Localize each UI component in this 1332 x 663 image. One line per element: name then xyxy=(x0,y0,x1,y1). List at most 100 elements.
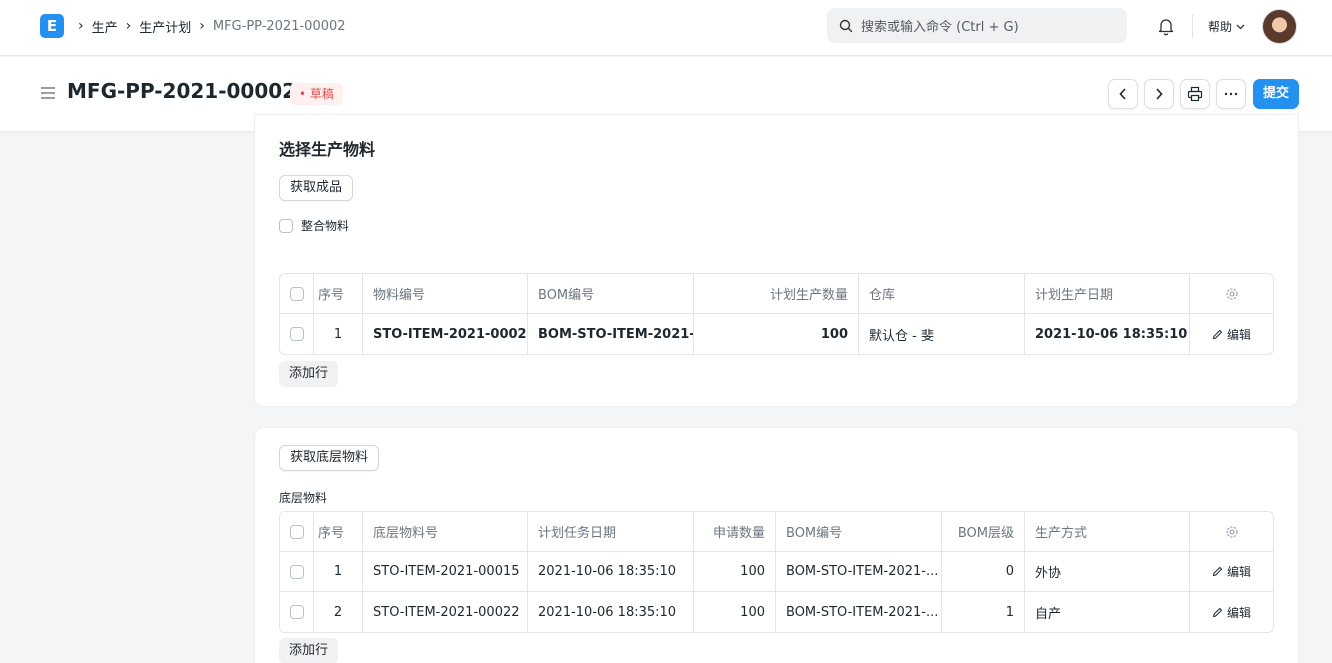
prev-button[interactable] xyxy=(1108,79,1138,109)
breadcrumb-current[interactable]: MFG-PP-2021-00002 xyxy=(213,19,346,34)
col-no: 序号 xyxy=(314,274,363,313)
gear-icon[interactable] xyxy=(1225,287,1239,301)
column-settings[interactable] xyxy=(1190,274,1273,313)
edit-label: 编辑 xyxy=(1226,565,1251,579)
column-settings[interactable] xyxy=(1190,512,1273,551)
row-checkbox[interactable] xyxy=(289,564,304,579)
col-planned-date: 计划生产日期 xyxy=(1025,274,1190,313)
page-title: MFG-PP-2021-00002 xyxy=(67,79,297,103)
row-checkbox[interactable] xyxy=(289,327,304,341)
status-badge: • 草稿 xyxy=(290,83,343,105)
pencil-icon xyxy=(1212,329,1223,339)
date-cell[interactable]: 2021-10-06 18:35:10 xyxy=(528,552,694,591)
chevron-right-icon xyxy=(1156,88,1163,100)
get-finished-goods-button[interactable]: 获取成品 xyxy=(279,175,354,201)
help-label: 帮助 xyxy=(1208,20,1233,34)
bom-level-cell[interactable]: 0 xyxy=(942,552,1025,591)
app-logo[interactable]: E xyxy=(40,14,64,38)
col-manufacturing-type: 生产方式 xyxy=(1025,512,1190,551)
search-input[interactable]: 搜索或输入命令 (Ctrl + G) xyxy=(827,8,1127,43)
chevron-down-icon xyxy=(1236,24,1245,29)
print-button[interactable] xyxy=(1180,79,1210,109)
select-all-cell[interactable] xyxy=(280,274,314,313)
select-items-section: 选择生产物料 获取成品 整合物料 序号 物料编号 BOM编号 计划生产数量 仓库… xyxy=(254,114,1299,407)
section-title: 选择生产物料 xyxy=(279,140,376,159)
select-all-cell[interactable] xyxy=(280,512,314,551)
select-all-checkbox[interactable] xyxy=(289,286,304,301)
sidebar-toggle-icon[interactable] xyxy=(40,86,56,100)
printer-icon xyxy=(1187,86,1203,102)
row-no: 2 xyxy=(314,592,363,632)
edit-row-button[interactable]: 编辑 xyxy=(1190,314,1273,354)
sub-assembly-table: 序号 底层物料号 计划任务日期 申请数量 BOM编号 BOM层级 生产方式 1 … xyxy=(279,511,1274,633)
row-select-cell[interactable] xyxy=(280,552,314,591)
date-cell[interactable]: 2021-10-06 18:35:10 xyxy=(1025,314,1190,354)
type-cell[interactable]: 外协 xyxy=(1025,552,1190,591)
navbar: E › 生产 › 生产计划 › MFG-PP-2021-00002 搜索或输入命… xyxy=(0,0,1332,56)
pencil-icon xyxy=(1212,607,1223,617)
gear-icon[interactable] xyxy=(1225,525,1239,539)
row-select-cell[interactable] xyxy=(280,592,314,632)
bom-cell[interactable]: BOM-STO-ITEM-2021-... xyxy=(776,592,942,632)
qty-cell[interactable]: 100 xyxy=(694,552,776,591)
edit-label: 编辑 xyxy=(1226,327,1251,342)
sub-assembly-label: 底层物料 xyxy=(279,491,328,505)
get-sub-assembly-button[interactable]: 获取底层物料 xyxy=(279,445,380,471)
checkbox[interactable] xyxy=(279,218,293,233)
breadcrumb: › 生产 › 生产计划 › MFG-PP-2021-00002 xyxy=(76,16,346,36)
table-header: 序号 物料编号 BOM编号 计划生产数量 仓库 计划生产日期 xyxy=(280,274,1273,314)
select-all-checkbox[interactable] xyxy=(289,524,304,539)
col-schedule-date: 计划任务日期 xyxy=(528,512,694,551)
table-row[interactable]: 2 STO-ITEM-2021-00022 2021-10-06 18:35:1… xyxy=(280,592,1273,632)
row-checkbox[interactable] xyxy=(289,605,304,619)
add-row-button[interactable]: 添加行 xyxy=(279,361,339,387)
submit-button[interactable]: 提交 xyxy=(1253,79,1299,109)
col-warehouse: 仓库 xyxy=(859,274,1025,313)
items-table: 序号 物料编号 BOM编号 计划生产数量 仓库 计划生产日期 1 STO-ITE… xyxy=(279,273,1274,355)
edit-row-button[interactable]: 编辑 xyxy=(1190,552,1273,591)
breadcrumb-manufacturing[interactable]: 生产 xyxy=(92,17,118,36)
help-dropdown[interactable]: 帮助 xyxy=(1208,18,1245,35)
table-row[interactable]: 1 STO-ITEM-2021-00020 BOM-STO-ITEM-2021-… xyxy=(280,314,1273,354)
col-bom: BOM编号 xyxy=(528,274,694,313)
edit-label: 编辑 xyxy=(1226,605,1251,620)
chevron-left-icon xyxy=(1119,88,1126,100)
type-cell[interactable]: 自产 xyxy=(1025,592,1190,632)
divider xyxy=(1192,14,1193,38)
bom-cell[interactable]: BOM-STO-ITEM-2021-... xyxy=(528,314,694,354)
qty-cell[interactable]: 100 xyxy=(694,592,776,632)
next-button[interactable] xyxy=(1144,79,1174,109)
col-no: 序号 xyxy=(314,512,363,551)
combine-items-label: 整合物料 xyxy=(301,219,350,233)
search-icon xyxy=(839,19,853,32)
item-code-cell[interactable]: STO-ITEM-2021-00022 xyxy=(363,592,528,632)
more-actions-button[interactable] xyxy=(1216,79,1246,109)
bell-icon[interactable] xyxy=(1157,16,1175,36)
edit-row-button[interactable]: 编辑 xyxy=(1190,592,1273,632)
sub-assembly-section: 获取底层物料 底层物料 序号 底层物料号 计划任务日期 申请数量 BOM编号 B… xyxy=(254,427,1299,663)
item-code-cell[interactable]: STO-ITEM-2021-00020 xyxy=(363,314,528,354)
col-bom-level: BOM层级 xyxy=(942,512,1025,551)
combine-items-checkbox[interactable]: 整合物料 xyxy=(279,217,349,234)
add-row-button[interactable]: 添加行 xyxy=(279,638,339,663)
table-header: 序号 底层物料号 计划任务日期 申请数量 BOM编号 BOM层级 生产方式 xyxy=(280,512,1273,552)
search-placeholder: 搜索或输入命令 (Ctrl + G) xyxy=(861,20,1019,35)
chevron-right-icon: › xyxy=(125,18,132,34)
warehouse-cell[interactable]: 默认仓 - 斐 xyxy=(859,314,1025,354)
col-qty: 申请数量 xyxy=(694,512,776,551)
row-no: 1 xyxy=(314,552,363,591)
col-bom: BOM编号 xyxy=(776,512,942,551)
ellipsis-icon xyxy=(1224,92,1238,96)
chevron-right-icon: › xyxy=(199,18,205,34)
bom-level-cell[interactable]: 1 xyxy=(942,592,1025,632)
breadcrumb-production-plan[interactable]: 生产计划 xyxy=(139,17,191,36)
row-select-cell[interactable] xyxy=(280,314,314,354)
date-cell[interactable]: 2021-10-06 18:35:10 xyxy=(528,592,694,632)
bom-cell[interactable]: BOM-STO-ITEM-2021-... xyxy=(776,552,942,591)
col-planned-qty: 计划生产数量 xyxy=(694,274,859,313)
pencil-icon xyxy=(1212,566,1223,577)
qty-cell[interactable]: 100 xyxy=(694,314,859,354)
avatar[interactable] xyxy=(1262,9,1297,44)
table-row[interactable]: 1 STO-ITEM-2021-00015 2021-10-06 18:35:1… xyxy=(280,552,1273,592)
item-code-cell[interactable]: STO-ITEM-2021-00015 xyxy=(363,552,528,591)
